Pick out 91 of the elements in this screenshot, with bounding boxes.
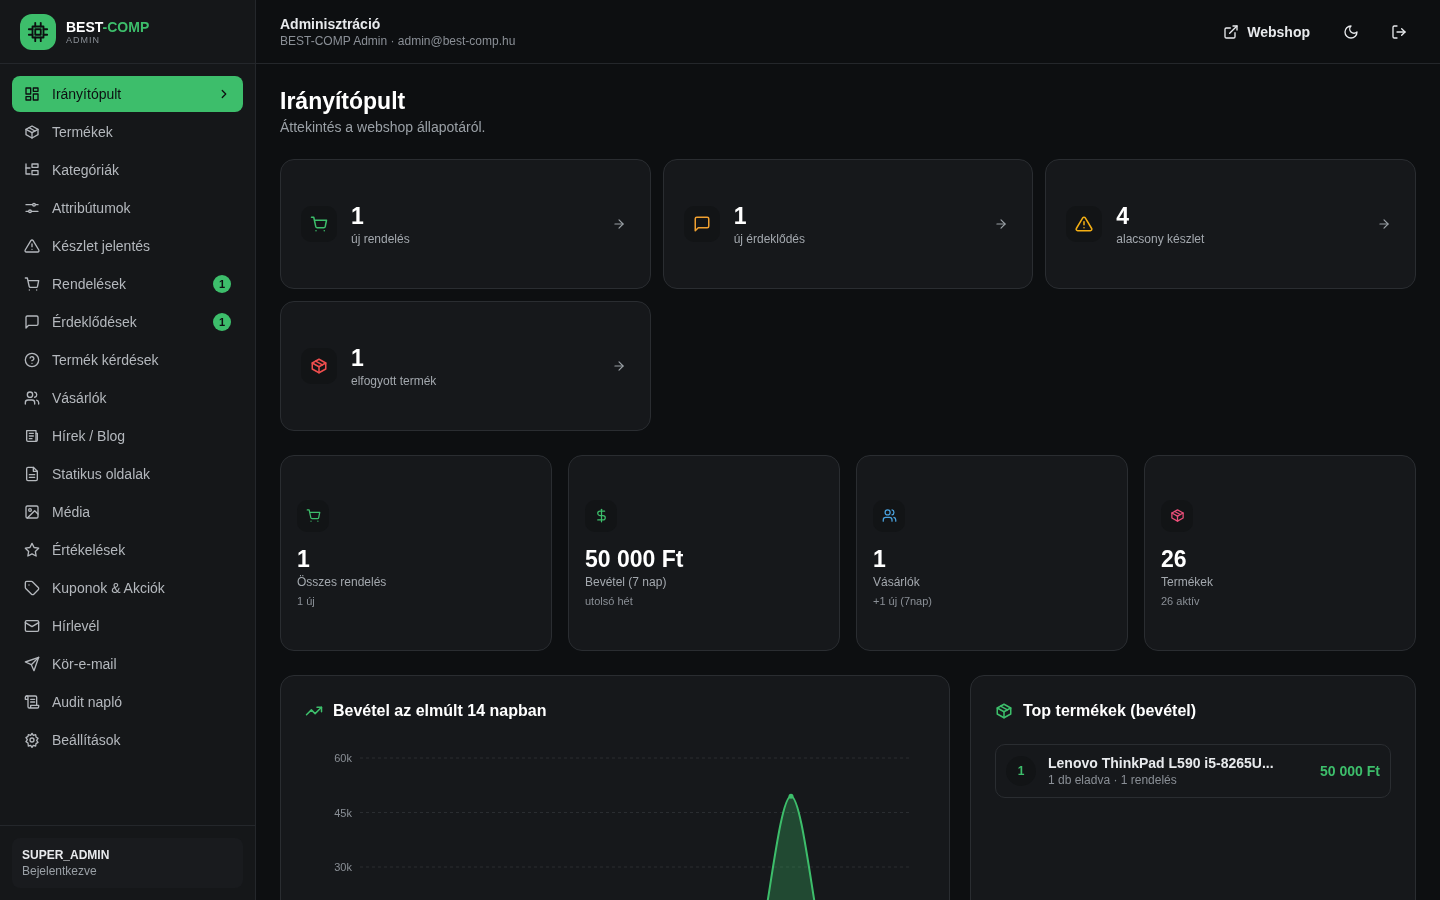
newspaper-icon (24, 428, 40, 444)
star-icon (24, 542, 40, 558)
nav-item[interactable]: Rendelések 1 (12, 266, 243, 302)
alert-label: új érdeklődés (733, 231, 807, 246)
axis-label: 30k (334, 861, 352, 873)
panel-title: Top termékek (bevétel) (1023, 702, 1197, 720)
package-icon (24, 124, 40, 140)
rank-badge: 1 (1006, 756, 1036, 786)
nav-item[interactable]: Értékelések (12, 532, 243, 568)
product-meta: 1 db eladva · 1 rendelés (1048, 773, 1178, 787)
nav-item[interactable]: Kategóriák (12, 152, 243, 188)
nav-item[interactable]: Kör-e-mail (12, 646, 243, 682)
alert-label: új rendelés (351, 231, 411, 246)
logout-icon (1391, 23, 1407, 40)
nav-item[interactable]: Kuponok & Akciók (12, 570, 243, 606)
chat-bubble-icon (24, 314, 40, 330)
count-badge: 1 (213, 313, 231, 331)
nav-item[interactable]: Érdeklődések 1 (12, 304, 243, 340)
alert-count: 4 (1116, 202, 1131, 230)
cart-icon (24, 276, 40, 292)
data-point (788, 793, 794, 799)
nav-item[interactable]: Termék kérdések (12, 342, 243, 378)
chart-title: Bevétel az elmúlt 14 napban (333, 702, 547, 720)
sliders-icon (24, 200, 40, 216)
stat-label: Összes rendelés (297, 574, 388, 589)
stat-label: Bevétel (7 nap) (585, 574, 668, 589)
alert-card[interactable]: 1 elfogyott termék (280, 301, 651, 431)
stat-value: 1 (297, 545, 311, 573)
nav-item[interactable]: Vásárlók (12, 380, 243, 416)
header-subtitle: BEST-COMP Admin · admin@best-comp.hu (280, 33, 516, 48)
stat-label: Termékek (1161, 574, 1214, 589)
stat-note: 26 aktív (1161, 594, 1201, 607)
nav-item[interactable]: Irányítópult (12, 76, 243, 112)
mail-icon (24, 618, 40, 634)
help-icon (24, 352, 40, 368)
folder-tree-icon (24, 162, 40, 178)
product-name: Lenovo ThinkPad L590 i5-8265U... (1048, 755, 1275, 771)
header-title: Adminisztráció (280, 15, 382, 32)
nav-item[interactable]: Hírek / Blog (12, 418, 243, 454)
stat-note: utolsó hét (585, 594, 634, 607)
scroll-icon (24, 694, 40, 710)
page-title: Irányítópult (280, 88, 407, 115)
nav-item[interactable]: Audit napló (12, 684, 243, 720)
login-status: Bejelentkezve (22, 864, 98, 878)
users-icon (24, 390, 40, 406)
alert-card[interactable]: 1 új érdeklődés (662, 159, 1034, 289)
nav-item[interactable]: Hírlevél (12, 608, 243, 644)
nav-item[interactable]: Attribútumok (12, 190, 243, 226)
nav-item[interactable]: Média (12, 494, 243, 530)
alert-label: alacsony készlet (1116, 231, 1206, 246)
tag-icon (24, 580, 40, 596)
package-icon (995, 702, 1013, 720)
axis-label: 45k (334, 806, 352, 819)
nav-item[interactable]: Készlet jelentés (12, 228, 243, 264)
stat-value: 1 (873, 545, 887, 573)
warning-icon (24, 238, 40, 254)
brand-name: BEST-COMP (66, 18, 150, 35)
alert-card[interactable]: 1 új rendelés (280, 159, 651, 289)
dashboard-icon (24, 86, 40, 102)
arrow-right-icon (611, 217, 626, 231)
document-icon (24, 466, 40, 482)
image-icon (24, 504, 40, 520)
send-icon (24, 656, 40, 672)
product-row[interactable]: 1 Lenovo ThinkPad L590 i5-8265U... 1 db eladva · 1 rendelés 50 000 Ft (995, 744, 1391, 798)
nav-item[interactable]: Beállítások (12, 722, 243, 758)
user-role: SUPER_ADMIN (22, 848, 111, 862)
arrow-right-icon (611, 359, 626, 373)
stat-note: 1 új (297, 594, 316, 607)
alert-card[interactable]: 4 alacsony készlet (1045, 159, 1416, 289)
external-link-icon (1223, 23, 1240, 40)
webshop-link[interactable]: Webshop (1213, 17, 1320, 46)
page-subtitle: Áttekintés a webshop állapotáról. (280, 119, 487, 135)
brand-subtitle: ADMIN (66, 34, 101, 45)
stat-label: Vásárlók (873, 574, 921, 589)
moon-icon (1343, 23, 1359, 40)
arrow-right-icon (1377, 217, 1391, 231)
alert-label: elfogyott termék (351, 373, 438, 388)
settings-icon (24, 732, 40, 748)
stat-value: 26 (1161, 545, 1188, 573)
logo (20, 13, 56, 50)
nav-item[interactable]: Statikus oldalak (12, 456, 243, 492)
stat-value: 50 000 Ft (585, 545, 685, 573)
stat-note: +1 új (7nap) (873, 594, 933, 607)
axis-label: 60k (334, 752, 352, 764)
product-revenue: 50 000 Ft (1320, 763, 1380, 779)
nav-item[interactable]: Termékek (12, 114, 243, 150)
count-badge: 1 (213, 275, 231, 293)
alert-count: 1 (351, 202, 365, 230)
arrow-right-icon (994, 217, 1009, 231)
alert-count: 1 (351, 344, 365, 372)
alert-count: 1 (733, 202, 748, 230)
